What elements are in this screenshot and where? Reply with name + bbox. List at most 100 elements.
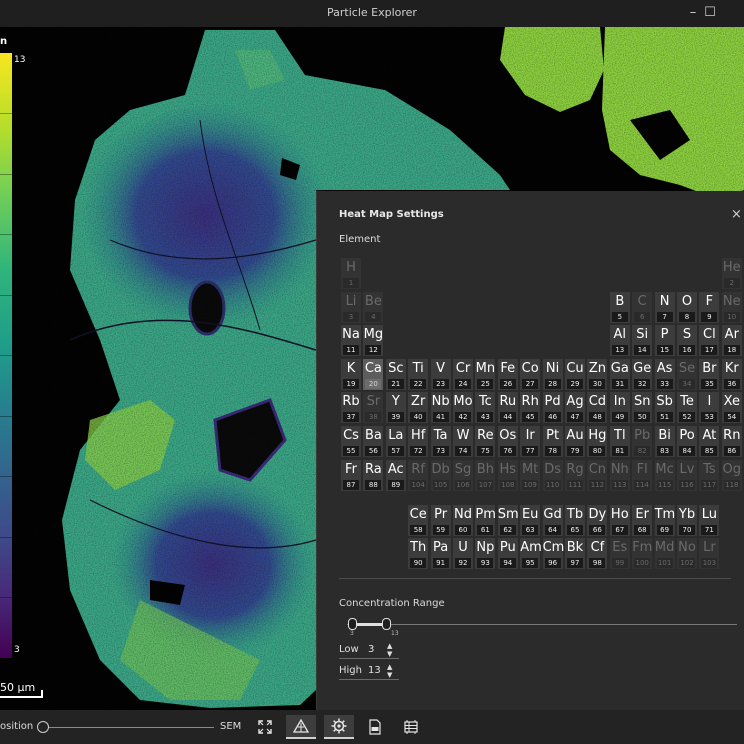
element-zr[interactable]: Zr 40 [408,392,429,424]
element-au[interactable]: Au 79 [565,426,585,457]
element-y[interactable]: Y 39 [385,392,406,424]
element-ru[interactable]: Ru 44 [497,392,518,424]
element-os[interactable]: Os 76 [497,426,518,457]
element-am[interactable]: Am 95 [520,538,542,569]
element-cr[interactable]: Cr 24 [453,358,473,390]
low-slider-thumb[interactable] [348,618,357,630]
element-i[interactable]: I 53 [699,392,720,424]
blend-slider-track[interactable] [42,727,214,728]
element-co[interactable]: Co 27 [520,358,541,390]
element-tl[interactable]: Tl 81 [609,426,630,457]
element-as[interactable]: As 33 [654,358,675,390]
element-la[interactable]: La 57 [385,426,406,457]
element-xe[interactable]: Xe 54 [721,392,742,424]
element-np[interactable]: Np 93 [475,538,496,569]
element-pd[interactable]: Pd 46 [542,392,563,424]
element-gd[interactable]: Gd 64 [542,505,563,536]
element-ta[interactable]: Ta 73 [430,426,451,457]
element-n[interactable]: N7 [654,291,675,323]
element-pa[interactable]: Pa 91 [430,538,451,569]
element-ba[interactable]: Ba 56 [363,426,384,457]
element-bi[interactable]: Bi 83 [654,426,675,457]
element-f[interactable]: F9 [699,291,720,323]
element-sb[interactable]: Sb 51 [654,392,675,424]
element-fe[interactable]: Fe 26 [497,358,518,390]
element-ni[interactable]: Ni 28 [542,358,563,390]
element-u[interactable]: U 92 [453,538,473,569]
export-button[interactable] [360,715,390,739]
element-th[interactable]: Th 90 [408,538,429,569]
element-ir[interactable]: Ir 77 [520,426,541,457]
element-v[interactable]: V 23 [430,358,451,390]
element-br[interactable]: Br 35 [699,358,720,390]
element-pu[interactable]: Pu 94 [497,538,518,569]
report-button[interactable] [396,715,426,739]
element-sm[interactable]: Sm 62 [497,505,519,536]
spin-up-icon[interactable]: ▲ [387,663,392,671]
element-dy[interactable]: Dy 66 [587,505,608,536]
high-slider-thumb[interactable] [382,618,391,630]
element-tb[interactable]: Tb 65 [565,505,585,536]
spin-down-icon[interactable]: ▼ [387,671,392,679]
element-po[interactable]: Po 84 [677,426,697,457]
element-ge[interactable]: Ge 32 [632,358,653,390]
element-s[interactable]: S 16 [677,325,697,357]
element-fr[interactable]: Fr 87 [341,459,361,491]
blend-slider-thumb[interactable] [37,721,49,733]
low-stepper[interactable]: ▲ ▼ [387,642,392,658]
element-p[interactable]: P 15 [654,325,675,357]
element-b[interactable]: B5 [609,291,630,323]
element-ra[interactable]: Ra 88 [363,459,384,491]
element-ce[interactable]: Ce 58 [408,505,429,536]
minimize-button[interactable]: – [684,4,702,22]
element-yb[interactable]: Yb 70 [677,505,697,536]
element-o[interactable]: O8 [677,291,697,323]
maximize-button[interactable]: ☐ [701,4,719,22]
element-sc[interactable]: Sc 21 [385,358,406,390]
element-rn[interactable]: Rn 86 [721,426,742,457]
element-re[interactable]: Re 75 [475,426,496,457]
close-icon[interactable]: × [731,207,742,222]
spin-up-icon[interactable]: ▲ [387,642,392,650]
element-te[interactable]: Te 52 [677,392,697,424]
element-ar[interactable]: Ar 18 [721,325,742,357]
spin-down-icon[interactable]: ▼ [387,650,392,658]
element-hg[interactable]: Hg 80 [587,426,608,457]
concentration-slider-track[interactable] [347,624,737,625]
element-ca[interactable]: Ca 20 [363,358,384,390]
element-nd[interactable]: Nd 60 [453,505,473,536]
element-ac[interactable]: Ac 89 [385,459,406,491]
element-al[interactable]: Al 13 [609,325,630,357]
element-cs[interactable]: Cs 55 [341,426,361,457]
element-bk[interactable]: Bk 97 [565,538,585,569]
element-nb[interactable]: Nb 41 [430,392,451,424]
element-cf[interactable]: Cf 98 [587,538,608,569]
element-ti[interactable]: Ti 22 [408,358,429,390]
element-mn[interactable]: Mn 25 [475,358,496,390]
heat-map-mode-button[interactable] [286,715,316,739]
element-zn[interactable]: Zn 30 [587,358,608,390]
element-kr[interactable]: Kr 36 [721,358,742,390]
element-ga[interactable]: Ga 31 [609,358,630,390]
element-in[interactable]: In 49 [609,392,630,424]
element-ho[interactable]: Ho 67 [609,505,630,536]
high-stepper[interactable]: ▲ ▼ [387,663,392,679]
element-rh[interactable]: Rh 45 [520,392,541,424]
high-field[interactable]: High 13 ▲ ▼ [339,663,399,680]
element-hf[interactable]: Hf 72 [408,426,429,457]
element-cm[interactable]: Cm 96 [542,538,564,569]
fullscreen-button[interactable] [250,715,280,739]
element-er[interactable]: Er 68 [632,505,653,536]
element-w[interactable]: W 74 [453,426,473,457]
element-cu[interactable]: Cu 29 [565,358,585,390]
element-na[interactable]: Na 11 [341,325,361,357]
element-si[interactable]: Si 14 [632,325,653,357]
element-mg[interactable]: Mg 12 [363,325,384,357]
element-pr[interactable]: Pr 59 [430,505,451,536]
element-lu[interactable]: Lu 71 [699,505,720,536]
element-k[interactable]: K 19 [341,358,361,390]
element-rb[interactable]: Rb 37 [341,392,361,424]
element-sn[interactable]: Sn 50 [632,392,653,424]
high-value[interactable]: 13 [368,665,381,676]
low-value[interactable]: 3 [368,644,374,655]
